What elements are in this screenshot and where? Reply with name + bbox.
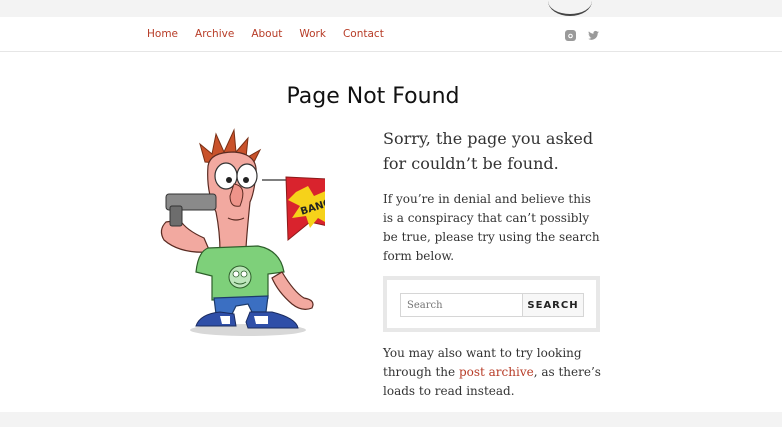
instagram-icon[interactable] (564, 27, 577, 41)
nav-contact[interactable]: Contact (343, 28, 384, 40)
search-form: SEARCH (383, 276, 600, 332)
not-found-content: Sorry, the page you asked for couldn’t b… (383, 126, 603, 401)
archive-hint: You may also want to try looking through… (383, 344, 603, 401)
body-text: If you’re in denial and believe this is … (383, 192, 600, 263)
nav-home[interactable]: Home (147, 28, 178, 40)
nav-work[interactable]: Work (299, 28, 326, 40)
nav-archive[interactable]: Archive (195, 28, 234, 40)
nav-about[interactable]: About (251, 28, 282, 40)
not-found-illustration: BANG! (150, 122, 351, 342)
logo-edge (548, 0, 592, 16)
search-input[interactable] (400, 293, 522, 317)
lead-text: Sorry, the page you asked for couldn’t b… (383, 129, 594, 173)
post-archive-link[interactable]: post archive (459, 365, 534, 379)
top-strip (0, 0, 782, 17)
main-nav: Home Archive About Work Contact (147, 17, 401, 51)
search-button[interactable]: SEARCH (522, 293, 584, 317)
navbar: Home Archive About Work Contact (0, 17, 782, 52)
page-title: Page Not Found (286, 84, 460, 109)
footer-strip (0, 412, 782, 427)
twitter-icon[interactable] (587, 27, 600, 40)
social-links (564, 27, 600, 41)
